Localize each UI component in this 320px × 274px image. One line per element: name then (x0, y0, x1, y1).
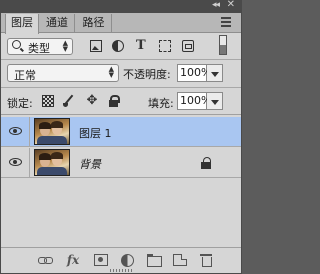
resize-grip[interactable] (110, 269, 132, 272)
opacity-label: 不透明度: (123, 68, 171, 81)
collapse-panel-icon[interactable]: ◂◂ (212, 0, 220, 10)
filter-kind-select[interactable]: 类型 ▲ ▼ (7, 38, 73, 55)
eye-icon (9, 127, 22, 135)
panel-tab-bar: 图层 通道 路径 (1, 13, 241, 34)
tab-paths[interactable]: 路径 (76, 14, 112, 33)
new-layer-icon[interactable] (173, 254, 187, 266)
filter-kind-label: 类型 (28, 42, 50, 55)
lock-image-pixels-icon[interactable] (63, 95, 75, 107)
lock-all-icon[interactable] (108, 95, 120, 107)
layer-thumbnail (34, 118, 70, 145)
layers-list: 图层 1 背景 (1, 114, 241, 247)
opacity-dropdown-button[interactable] (207, 64, 223, 82)
layer-name[interactable]: 图层 1 (79, 125, 112, 141)
tab-channels[interactable]: 通道 (40, 14, 75, 33)
lock-label: 锁定: (7, 97, 33, 110)
updown-arrow-icon: ▲ ▼ (108, 65, 114, 79)
type-filter-icon[interactable]: T (136, 39, 148, 52)
divider (1, 59, 241, 60)
layers-panel: ◂◂ ✕ 图层 通道 路径 类型 ▲ ▼ T 正常 ▲ ▼ 不透明度: 100% 锁… (0, 0, 242, 274)
layer-row[interactable]: 图层 1 (1, 117, 241, 147)
adjustment-filter-icon[interactable] (112, 40, 124, 52)
layer-row[interactable]: 背景 (1, 148, 241, 178)
pixel-filter-icon[interactable] (90, 40, 102, 52)
tab-layers[interactable]: 图层 (5, 14, 39, 34)
blend-mode-select[interactable]: 正常 ▲ ▼ (7, 64, 119, 82)
trash-icon[interactable] (200, 254, 214, 267)
opacity-input[interactable]: 100% (177, 64, 211, 82)
add-mask-icon[interactable] (94, 254, 108, 266)
layer-thumbnail (34, 149, 70, 176)
panel-menu-icon[interactable] (221, 17, 231, 27)
new-group-icon[interactable] (147, 254, 162, 267)
adjustment-layer-icon[interactable] (120, 254, 134, 267)
lock-icon (201, 157, 211, 169)
fill-input[interactable]: 100% (177, 92, 211, 110)
visibility-toggle[interactable] (1, 117, 30, 146)
filter-toggle-switch[interactable] (219, 35, 227, 55)
link-layers-icon[interactable] (38, 254, 53, 266)
updown-arrow-icon: ▲ ▼ (62, 39, 68, 53)
lock-transparent-pixels-icon[interactable] (42, 95, 54, 107)
fill-label: 填充: (148, 97, 174, 110)
shape-filter-icon[interactable] (159, 40, 171, 52)
lock-position-icon[interactable]: ✥ (86, 94, 98, 107)
eye-icon (9, 158, 22, 166)
visibility-toggle[interactable] (1, 148, 30, 177)
close-panel-icon[interactable]: ✕ (227, 0, 235, 10)
fill-dropdown-button[interactable] (207, 92, 223, 110)
smart-object-filter-icon[interactable] (182, 40, 194, 52)
layer-name[interactable]: 背景 (79, 156, 101, 172)
search-icon (12, 40, 21, 49)
divider (1, 87, 241, 88)
panel-title-strip: ◂◂ ✕ (1, 0, 241, 13)
fx-icon[interactable]: fx (66, 254, 80, 266)
blend-mode-value: 正常 (14, 69, 36, 82)
